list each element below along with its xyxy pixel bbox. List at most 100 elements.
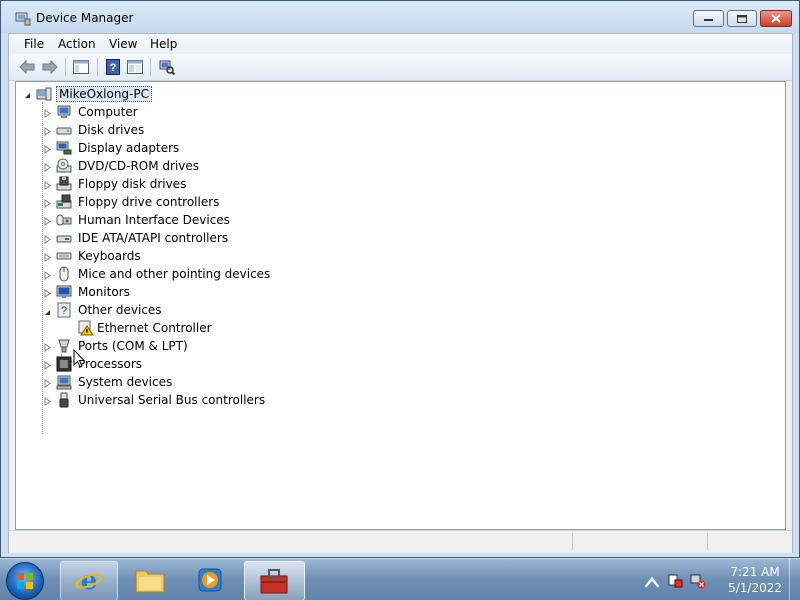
collapse-triangle-icon <box>25 93 30 98</box>
expander[interactable] <box>43 361 52 370</box>
taskbar-media-player[interactable] <box>182 561 238 599</box>
taskbar-device-manager[interactable] <box>244 561 305 600</box>
human-interface-device-icon <box>56 214 72 226</box>
monitor-icon <box>56 285 72 298</box>
start-button[interactable] <box>6 562 44 600</box>
svg-text:?: ? <box>110 62 117 74</box>
folder-icon <box>135 570 165 593</box>
expander[interactable] <box>43 343 52 352</box>
clock-time: 7:21 AM <box>730 565 780 579</box>
tree-root[interactable]: MikeOxlong-PC <box>56 85 152 103</box>
tree-item-other-devices[interactable]: Other devices <box>78 301 162 319</box>
close-icon <box>771 14 781 23</box>
tree-item-ports[interactable]: Ports (COM & LPT) <box>78 337 188 355</box>
device-manager-window: Device Manager File Action View Help ? M… <box>0 0 800 558</box>
expand-triangle-icon <box>44 253 51 262</box>
expander[interactable] <box>43 289 52 298</box>
media-player-icon <box>198 568 222 592</box>
taskbar-internet-explorer[interactable]: e <box>60 561 118 600</box>
help-icon: ? <box>106 59 120 75</box>
show-desktop-button[interactable] <box>789 559 800 600</box>
expand-triangle-icon <box>44 379 51 388</box>
menu-action[interactable]: Action <box>58 37 96 51</box>
expander[interactable] <box>43 181 52 190</box>
close-button[interactable] <box>760 10 792 27</box>
tree-item-disk-drives[interactable]: Disk drives <box>78 121 144 139</box>
network-disconnected-icon[interactable] <box>690 573 706 589</box>
expand-triangle-icon <box>44 145 51 154</box>
title-bar[interactable]: Device Manager <box>1 1 799 33</box>
taskbar-windows-explorer[interactable] <box>122 561 178 599</box>
tree-item-usb-controllers[interactable]: Universal Serial Bus controllers <box>78 391 265 409</box>
expand-triangle-icon <box>44 127 51 136</box>
expander[interactable] <box>43 397 52 406</box>
minimize-button[interactable] <box>693 10 724 27</box>
device-manager-icon <box>15 12 31 26</box>
action-center-icon[interactable] <box>667 573 683 589</box>
help-button[interactable]: ? <box>103 58 123 76</box>
minimize-icon <box>704 18 713 21</box>
properties-button[interactable] <box>125 58 145 76</box>
forward-button[interactable] <box>40 58 60 76</box>
menu-view[interactable]: View <box>109 37 137 51</box>
tree-item-monitors[interactable]: Monitors <box>78 283 130 301</box>
tree-item-display-adapters[interactable]: Display adapters <box>78 139 179 157</box>
toolbar-separator <box>65 58 66 76</box>
toolbox-icon <box>260 569 288 594</box>
tray-clock[interactable]: 7:21 AM 5/1/2022 <box>728 564 782 596</box>
back-button[interactable] <box>17 58 37 76</box>
taskbar: e 7:21 AM 5/1/2022 <box>0 558 800 600</box>
status-bar <box>9 530 792 553</box>
system-devices-icon <box>56 375 72 390</box>
expand-triangle-icon <box>44 109 51 118</box>
windows-logo-icon <box>17 573 33 589</box>
expander[interactable] <box>43 235 52 244</box>
expander[interactable] <box>43 253 52 262</box>
mouse-cursor-icon <box>73 349 85 368</box>
tree-item-keyboards[interactable]: Keyboards <box>78 247 141 265</box>
ide-controller-icon <box>56 235 72 243</box>
expander[interactable] <box>43 217 52 226</box>
console-tree-button[interactable] <box>71 58 91 76</box>
toolbar-separator <box>97 58 98 76</box>
properties-icon <box>127 60 143 74</box>
menu-file[interactable]: File <box>24 37 44 51</box>
expander[interactable] <box>43 379 52 388</box>
show-hidden-icons-icon[interactable] <box>644 574 660 590</box>
expander[interactable] <box>43 109 52 118</box>
expander[interactable] <box>43 145 52 154</box>
tree-item-dvd-cd-rom-drives[interactable]: DVD/CD-ROM drives <box>78 157 199 175</box>
expander[interactable] <box>43 163 52 172</box>
status-segment <box>707 533 708 550</box>
tree-item-processors[interactable]: Processors <box>78 355 142 373</box>
expand-triangle-icon <box>44 181 51 190</box>
expander[interactable] <box>43 199 52 208</box>
computer-pc-icon <box>36 87 52 101</box>
usb-icon <box>59 392 69 408</box>
expander[interactable] <box>43 127 52 136</box>
mouse-icon <box>59 266 69 282</box>
expander[interactable] <box>43 308 52 317</box>
root-expander[interactable] <box>23 91 32 100</box>
menu-help[interactable]: Help <box>150 37 177 51</box>
unknown-device-icon: ? <box>57 302 71 318</box>
tree-item-ethernet-controller[interactable]: Ethernet Controller <box>97 319 212 337</box>
tree-item-human-interface-devices[interactable]: Human Interface Devices <box>78 211 230 229</box>
tree-item-mice[interactable]: Mice and other pointing devices <box>78 265 270 283</box>
maximize-button[interactable] <box>727 10 757 27</box>
expand-triangle-icon <box>44 235 51 244</box>
expander[interactable] <box>43 271 52 280</box>
window-client-area: File Action View Help ? MikeOxlong-PC Co… <box>8 33 793 553</box>
tree-item-system-devices[interactable]: System devices <box>78 373 172 391</box>
tree-item-floppy-drive-controllers[interactable]: Floppy drive controllers <box>78 193 219 211</box>
tree-item-ide-ata-atapi-controllers[interactable]: IDE ATA/ATAPI controllers <box>78 229 228 247</box>
tree-item-computer[interactable]: Computer <box>78 103 138 121</box>
computer-name-label: MikeOxlong-PC <box>56 86 152 102</box>
disk-drive-icon <box>56 127 72 135</box>
scan-hardware-button[interactable] <box>157 58 177 76</box>
floppy-disk-drive-icon <box>56 176 72 191</box>
clock-date: 5/1/2022 <box>728 581 782 595</box>
keyboard-icon <box>56 252 72 260</box>
tree-item-floppy-disk-drives[interactable]: Floppy disk drives <box>78 175 186 193</box>
window-title: Device Manager <box>36 11 134 25</box>
